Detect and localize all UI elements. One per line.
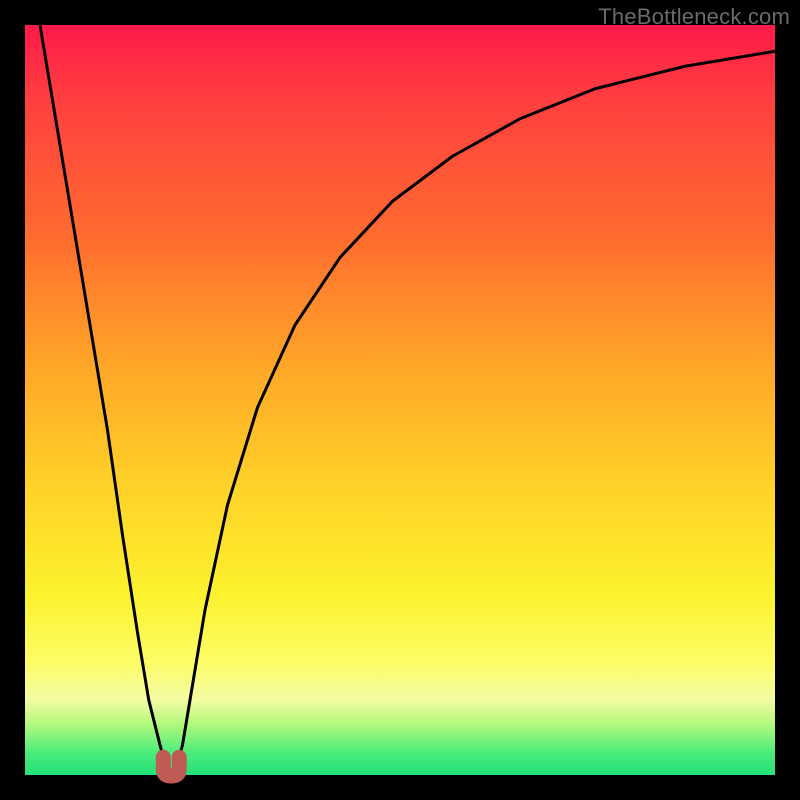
bottleneck-curve <box>40 25 775 771</box>
curve-layer <box>25 25 775 775</box>
chart-frame: TheBottleneck.com <box>0 0 800 800</box>
optimal-marker <box>163 757 179 776</box>
plot-area <box>25 25 775 775</box>
